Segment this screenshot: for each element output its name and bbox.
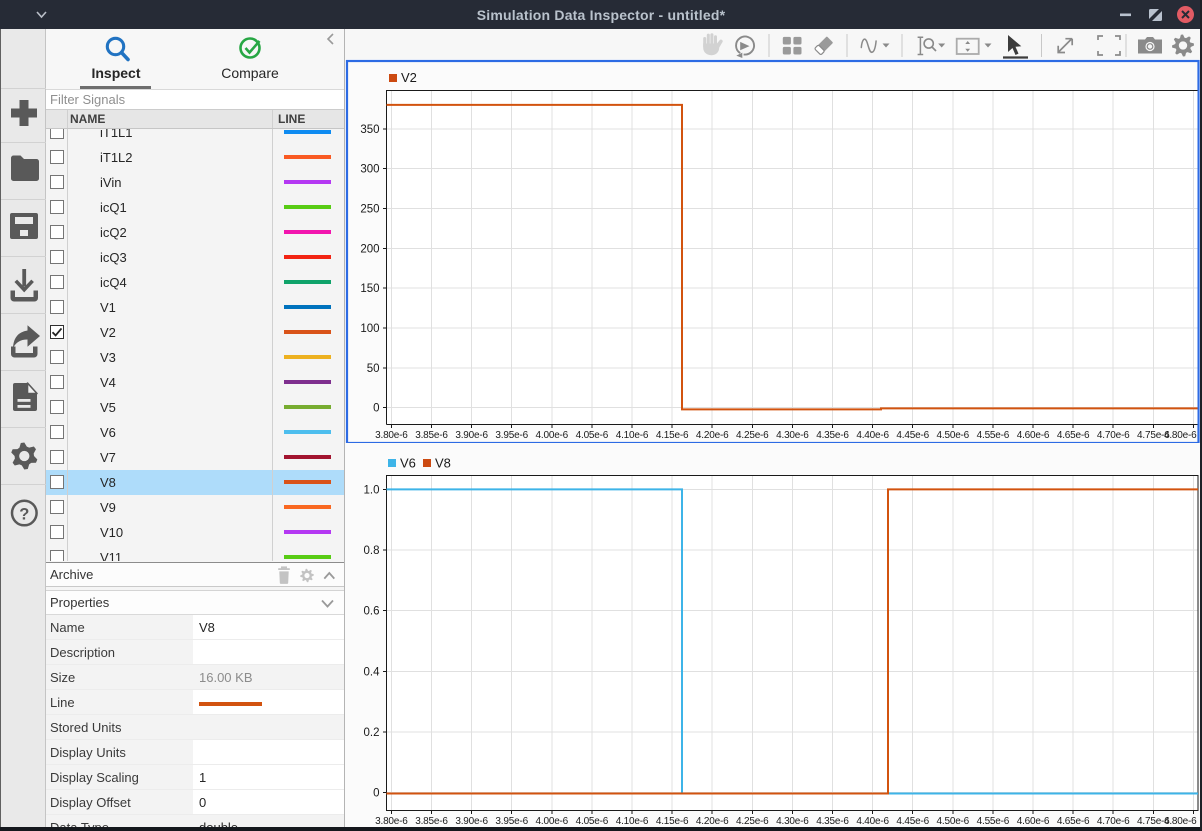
- svg-text:3.85e-6: 3.85e-6: [415, 430, 448, 441]
- svg-text:3.80e-6: 3.80e-6: [375, 816, 408, 827]
- svg-text:4.60e-6: 4.60e-6: [1017, 816, 1050, 827]
- svg-text:3.85e-6: 3.85e-6: [415, 816, 448, 827]
- svg-text:350: 350: [360, 124, 379, 136]
- svg-text:4.55e-6: 4.55e-6: [977, 430, 1010, 441]
- svg-text:4.50e-6: 4.50e-6: [937, 430, 970, 441]
- svg-text:3.95e-6: 3.95e-6: [495, 430, 528, 441]
- svg-text:4.65e-6: 4.65e-6: [1057, 816, 1090, 827]
- svg-text:0: 0: [373, 403, 379, 415]
- svg-text:50: 50: [367, 363, 380, 375]
- svg-text:4.40e-6: 4.40e-6: [856, 430, 889, 441]
- svg-text:4.00e-6: 4.00e-6: [536, 430, 569, 441]
- svg-text:4.35e-6: 4.35e-6: [816, 430, 849, 441]
- svg-text:0.8: 0.8: [364, 545, 380, 557]
- svg-text:?: ?: [19, 506, 29, 524]
- svg-text:300: 300: [360, 164, 379, 176]
- svg-text:3.80e-6: 3.80e-6: [375, 430, 408, 441]
- svg-text:4.70e-6: 4.70e-6: [1097, 816, 1130, 827]
- svg-text:4.65e-6: 4.65e-6: [1057, 430, 1090, 441]
- svg-text:4.50e-6: 4.50e-6: [937, 816, 970, 827]
- svg-text:V2: V2: [401, 70, 417, 85]
- svg-text:4.20e-6: 4.20e-6: [696, 816, 729, 827]
- svg-text:V6: V6: [400, 456, 416, 471]
- svg-text:4.70e-6: 4.70e-6: [1097, 430, 1130, 441]
- svg-text:4.10e-6: 4.10e-6: [616, 816, 649, 827]
- svg-text:4.45e-6: 4.45e-6: [896, 816, 929, 827]
- svg-text:0.4: 0.4: [364, 666, 381, 678]
- svg-text:4.05e-6: 4.05e-6: [576, 430, 609, 441]
- svg-text:V8: V8: [435, 456, 451, 471]
- svg-text:3.90e-6: 3.90e-6: [455, 430, 488, 441]
- svg-text:4.20e-6: 4.20e-6: [696, 430, 729, 441]
- svg-text:4.25e-6: 4.25e-6: [736, 430, 769, 441]
- svg-text:0: 0: [373, 788, 379, 800]
- svg-text:4.40e-6: 4.40e-6: [856, 816, 889, 827]
- svg-text:150: 150: [360, 283, 379, 295]
- svg-text:4.55e-6: 4.55e-6: [977, 816, 1010, 827]
- svg-text:4.60e-6: 4.60e-6: [1017, 430, 1050, 441]
- svg-text:250: 250: [360, 204, 379, 216]
- svg-text:3.90e-6: 3.90e-6: [455, 816, 488, 827]
- svg-text:100: 100: [360, 323, 379, 335]
- svg-text:0.6: 0.6: [364, 606, 380, 618]
- svg-text:4.80e-6: 4.80e-6: [1164, 816, 1197, 827]
- svg-text:4.10e-6: 4.10e-6: [616, 430, 649, 441]
- svg-text:1.0: 1.0: [364, 484, 380, 496]
- svg-text:4.25e-6: 4.25e-6: [736, 816, 769, 827]
- svg-text:200: 200: [360, 243, 379, 255]
- svg-text:4.00e-6: 4.00e-6: [536, 816, 569, 827]
- svg-text:4.35e-6: 4.35e-6: [816, 816, 849, 827]
- svg-text:4.30e-6: 4.30e-6: [776, 816, 809, 827]
- svg-text:4.45e-6: 4.45e-6: [896, 430, 929, 441]
- svg-text:4.05e-6: 4.05e-6: [576, 816, 609, 827]
- svg-text:3.95e-6: 3.95e-6: [495, 816, 528, 827]
- svg-text:4.30e-6: 4.30e-6: [776, 430, 809, 441]
- svg-text:4.80e-6: 4.80e-6: [1164, 430, 1197, 441]
- svg-text:4.15e-6: 4.15e-6: [656, 816, 689, 827]
- svg-text:4.15e-6: 4.15e-6: [656, 430, 689, 441]
- svg-text:0.2: 0.2: [364, 727, 380, 739]
